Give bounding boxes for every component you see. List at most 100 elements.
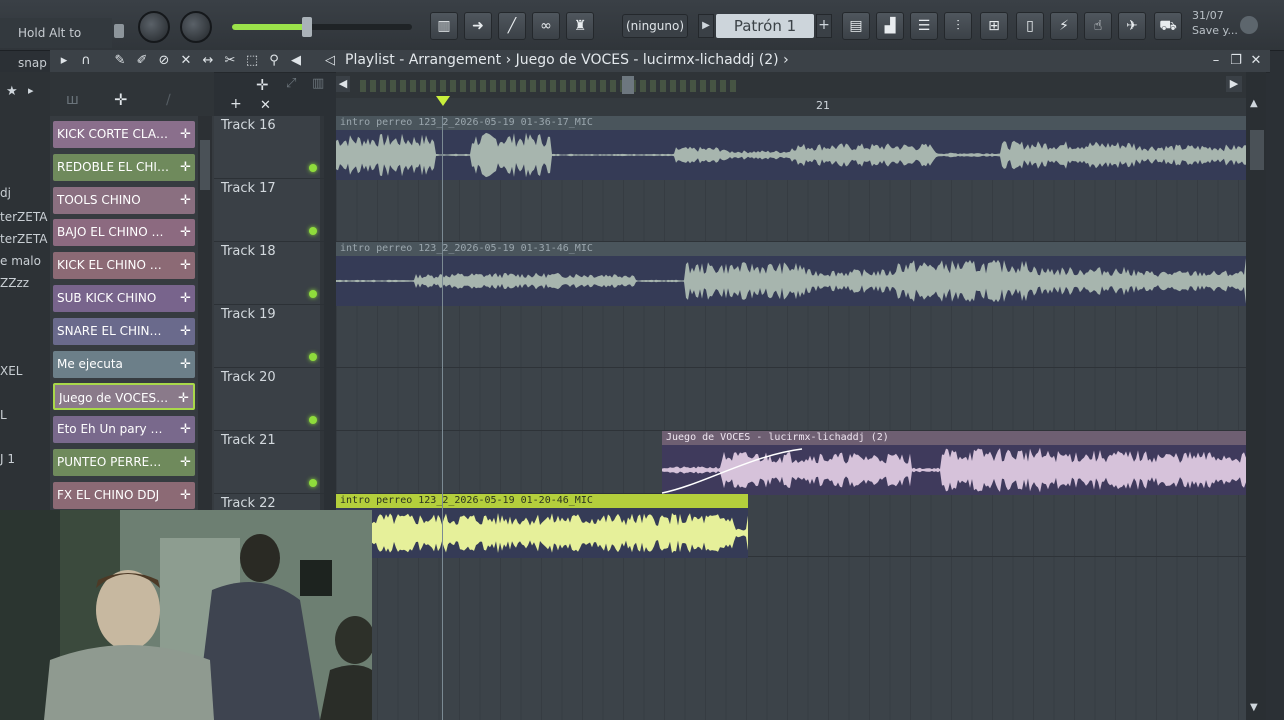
mute-icon[interactable]: ✕ xyxy=(178,53,194,69)
slice-icon[interactable]: ✂ xyxy=(222,53,238,69)
track-header[interactable]: Track 17 xyxy=(214,179,324,242)
remove-track-icon[interactable]: ✕ xyxy=(260,98,271,113)
plugin-icon[interactable]: ⚡ xyxy=(1050,12,1078,40)
globe-icon[interactable] xyxy=(1240,16,1258,34)
picker-scroll-thumb[interactable] xyxy=(200,140,210,190)
magnet-icon[interactable]: ∩ xyxy=(78,53,94,69)
track-mute-led[interactable] xyxy=(309,416,317,424)
scroll-right-icon[interactable]: ▶ xyxy=(1226,76,1242,92)
minimize-icon[interactable]: – xyxy=(1208,52,1224,70)
track-header[interactable]: Track 20 xyxy=(214,368,324,431)
track-grip[interactable] xyxy=(320,242,324,304)
audio-filter-icon[interactable]: ш xyxy=(66,92,79,108)
picker-item[interactable]: Juego de VOCES - luc... ✛ xyxy=(53,383,195,411)
maximize-icon[interactable]: ❐ xyxy=(1228,52,1244,70)
touch-icon[interactable]: ☝ xyxy=(1084,12,1112,40)
playhead-marker[interactable] xyxy=(436,96,450,106)
piano-roll-icon[interactable]: ▟ xyxy=(876,12,904,40)
audio-preview-icon[interactable]: ◁ xyxy=(322,53,338,69)
picker-item[interactable]: Eto Eh Un pary Under ✛ xyxy=(53,416,195,444)
playlist-grid[interactable] xyxy=(336,116,1246,720)
track-mute-led[interactable] xyxy=(309,479,317,487)
clip-header[interactable]: intro perreo 123_2_2026-05-19 01-31-46_M… xyxy=(336,242,1246,256)
piano-icon[interactable]: ▥ xyxy=(430,12,458,40)
send-icon[interactable]: ✈ xyxy=(1118,12,1146,40)
track-grip[interactable] xyxy=(320,116,324,178)
picker-item[interactable]: Me ejecuta ✛ xyxy=(53,350,195,378)
track-grip[interactable] xyxy=(320,179,324,241)
piano-small-icon[interactable]: ▥ xyxy=(312,76,324,91)
picker-item[interactable]: KICK EL CHINO DDJ (3) ✛ xyxy=(53,252,195,280)
browser-item[interactable]: e malo xyxy=(0,254,41,268)
browser-item[interactable]: terZETA xyxy=(0,210,47,224)
pattern-prev-button[interactable]: ▶ xyxy=(698,14,714,38)
scroll-down-icon[interactable]: ▼ xyxy=(1250,702,1258,713)
cart-icon[interactable]: ⛟ xyxy=(1154,12,1182,40)
track-grip[interactable] xyxy=(320,368,324,430)
mixer-icon[interactable]: ⫶ xyxy=(944,12,972,40)
automation-filter-icon[interactable]: ∕ xyxy=(166,92,171,108)
track-header[interactable]: Track 18 xyxy=(214,242,324,305)
scroll-up-icon[interactable]: ▲ xyxy=(1250,98,1258,109)
overview-handle[interactable] xyxy=(622,76,634,94)
track-mute-led[interactable] xyxy=(309,353,317,361)
browser-item[interactable]: ZZzz xyxy=(0,276,29,290)
track-mute-led[interactable] xyxy=(309,227,317,235)
track-header[interactable]: Track 19 xyxy=(214,305,324,368)
clip-header[interactable]: intro perreo 123_2_2026-05-19 01-36-17_M… xyxy=(336,116,1246,130)
zoom-icon[interactable]: ⚲ xyxy=(266,53,282,69)
pattern-mode-icon[interactable]: ✛ xyxy=(256,76,269,94)
track-grip[interactable] xyxy=(320,305,324,367)
arrangement-name[interactable]: Juego de VOCES - lucirmx-lichaddj (2) xyxy=(516,52,779,68)
track-mute-led[interactable] xyxy=(309,290,317,298)
file-icon[interactable]: ▯ xyxy=(1016,12,1044,40)
pattern-filter-icon[interactable]: ✛ xyxy=(114,90,127,109)
browser-item[interactable]: J 1 xyxy=(0,452,15,466)
paint-icon[interactable]: ✐ xyxy=(134,53,150,69)
audio-clip-track16[interactable]: intro perreo 123_2_2026-05-19 01-36-17_M… xyxy=(336,116,1246,180)
add-track-icon[interactable]: + xyxy=(230,96,242,112)
picker-item[interactable]: SUB KICK CHINO ✛ xyxy=(53,285,195,312)
picker-item[interactable]: REDOBLE EL CHINO D... ✛ xyxy=(53,153,195,181)
audio-clip-track21[interactable]: Juego de VOCES - lucirmx-lichaddj (2) xyxy=(662,431,1246,495)
track-grip[interactable] xyxy=(320,431,324,493)
picker-item[interactable]: FX EL CHINO DDJ ✛ xyxy=(53,481,195,509)
resize-icon[interactable]: ⤢ xyxy=(286,76,296,91)
scroll-left-icon[interactable]: ◀ xyxy=(336,76,350,92)
vertical-scroll-thumb[interactable] xyxy=(1250,130,1264,170)
arrow-right-icon[interactable]: ➜ xyxy=(464,12,492,40)
browser-icon[interactable]: ⊞ xyxy=(980,12,1008,40)
close-icon[interactable]: ✕ xyxy=(1248,52,1264,70)
tempo-knob[interactable] xyxy=(138,11,170,43)
picker-item[interactable]: SNARE EL CHINO DDJ... ✛ xyxy=(53,317,195,345)
clip-header[interactable]: intro perreo 123_2_2026-05-19 01-20-46_M… xyxy=(336,494,748,508)
track-mute-led[interactable] xyxy=(309,164,317,172)
audio-clip-track22[interactable]: intro perreo 123_2_2026-05-19 01-20-46_M… xyxy=(336,494,748,558)
browser-item[interactable]: L xyxy=(0,408,7,422)
brush-icon[interactable]: ╱ xyxy=(498,12,526,40)
track-header[interactable]: Track 21 xyxy=(214,431,324,494)
playlist-view-icon[interactable]: ▤ xyxy=(842,12,870,40)
menu-arrow-icon[interactable]: ▸ xyxy=(56,53,72,69)
picker-item[interactable]: TOOLS CHINO ✛ xyxy=(53,186,195,214)
link-icon[interactable]: ∞ xyxy=(532,12,560,40)
chevron-right-icon[interactable]: ▸ xyxy=(28,84,34,97)
picker-item[interactable]: KICK CORTE CLAP CHI... ✛ xyxy=(53,121,195,148)
browser-item[interactable]: terZETA xyxy=(0,232,47,246)
picker-item[interactable]: PUNTEO PERREABLE ✛ xyxy=(53,449,195,476)
stamp-icon[interactable]: ♜ xyxy=(566,12,594,40)
channel-rack-icon[interactable]: ☰ xyxy=(910,12,938,40)
track-header[interactable]: Track 16 xyxy=(214,116,324,179)
clip-header[interactable]: Juego de VOCES - lucirmx-lichaddj (2) xyxy=(662,431,1246,445)
delete-icon[interactable]: ⊘ xyxy=(156,53,172,69)
slip-icon[interactable]: ↔ xyxy=(200,53,216,69)
browser-item[interactable]: dj xyxy=(0,186,11,200)
lock-icon[interactable] xyxy=(114,24,124,38)
audio-clip-track18[interactable]: intro perreo 123_2_2026-05-19 01-31-46_M… xyxy=(336,242,1246,306)
time-ruler[interactable] xyxy=(336,98,1246,116)
select-icon[interactable]: ⬚ xyxy=(244,53,260,69)
pattern-add-button[interactable]: + xyxy=(816,14,832,38)
pattern-selector[interactable]: Patrón 1 xyxy=(716,14,814,38)
pitch-knob[interactable] xyxy=(180,11,212,43)
star-icon[interactable]: ★ xyxy=(6,84,18,99)
